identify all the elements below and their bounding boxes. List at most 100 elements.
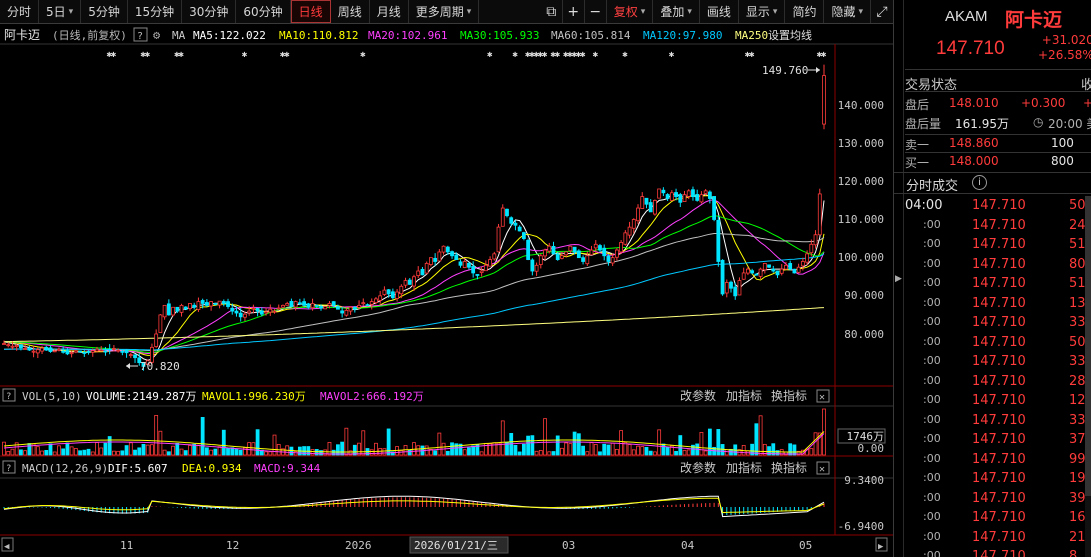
period-tab-fenshi[interactable]: 分时 <box>0 0 40 23</box>
period-tab-60min[interactable]: 60分钟 <box>236 0 291 23</box>
candle-body <box>281 304 285 308</box>
candle-body <box>568 245 573 252</box>
volume-bar <box>44 449 49 456</box>
ma-setting-link[interactable]: 设置均线 <box>768 28 812 42</box>
event-mark[interactable]: ✱ <box>593 50 599 60</box>
trades-list[interactable]: 04:00147.71050:00147.710249:00147.710510… <box>905 196 1091 557</box>
event-mark[interactable]: ✱ <box>242 50 248 60</box>
candle-body <box>585 255 590 265</box>
event-mark[interactable]: ✱ <box>821 50 827 60</box>
candle-body <box>217 300 222 306</box>
change-params-link[interactable]: 改参数 <box>680 460 716 475</box>
switch-indicator-link[interactable]: 换指标 <box>771 388 807 403</box>
trade-price: 147.710 <box>972 237 1026 252</box>
volume-bar <box>593 444 598 456</box>
add-indicator-link[interactable]: 加指标 <box>726 460 762 475</box>
candle-body <box>424 262 429 274</box>
period-label: 周线 <box>337 5 362 19</box>
volume-bar <box>682 450 687 456</box>
brief-button[interactable]: 简约 <box>785 0 825 23</box>
trade-volume: 33 <box>1069 315 1086 330</box>
hide-dropdown[interactable]: 隐藏 ▾ <box>824 0 871 23</box>
scrollbar-thumb[interactable] <box>1085 196 1091 496</box>
event-mark[interactable]: ✱ <box>555 50 561 60</box>
trade-time: :00 <box>923 393 941 406</box>
collapse-panel-icon[interactable]: ▶ <box>894 0 904 557</box>
candle-body <box>429 257 433 265</box>
trade-price: 147.710 <box>972 217 1026 233</box>
volume-bar <box>120 450 125 456</box>
candle-body <box>703 190 708 194</box>
candle-body <box>323 306 328 310</box>
candle-body <box>496 226 501 253</box>
candle-body <box>116 349 121 352</box>
candle-body <box>361 302 366 305</box>
change-params-link[interactable]: 改参数 <box>680 388 716 403</box>
period-tab-5min[interactable]: 5分钟 <box>81 0 128 23</box>
switch-indicator-link[interactable]: 换指标 <box>771 460 807 475</box>
event-mark[interactable]: ✱ <box>111 50 117 60</box>
candle-body <box>192 304 197 308</box>
period-tab-30min[interactable]: 30分钟 <box>182 0 237 23</box>
add-indicator-link[interactable]: 加指标 <box>726 388 762 403</box>
volume-bar <box>517 451 522 456</box>
candle-body <box>530 259 535 272</box>
volume-bar <box>636 445 640 456</box>
candle-body <box>526 239 531 260</box>
volume-bar <box>255 429 260 456</box>
volume-bar <box>445 450 450 456</box>
period-tab-weekly[interactable]: 周线 <box>331 0 370 23</box>
event-mark[interactable]: ✱ <box>284 50 290 60</box>
gear-icon[interactable]: ⚙ <box>153 28 161 42</box>
volume-bar <box>813 432 818 456</box>
event-mark[interactable]: ✱ <box>580 50 586 60</box>
plus-icon[interactable]: + <box>563 0 585 23</box>
minus-icon[interactable]: − <box>585 0 607 23</box>
candle-body <box>319 306 323 309</box>
event-mark[interactable]: ✱ <box>145 50 151 60</box>
display-dropdown[interactable]: 显示 ▾ <box>739 0 786 23</box>
scrollbar[interactable] <box>1085 196 1091 557</box>
overlay-dropdown[interactable]: 叠加 ▾ <box>653 0 700 23</box>
fuquan-dropdown[interactable]: 复权 ▾ <box>607 0 654 23</box>
event-mark[interactable]: ✱ <box>542 50 548 60</box>
volume-bar <box>407 449 412 456</box>
event-mark[interactable]: ✱ <box>622 50 628 60</box>
event-mark[interactable]: ✱ <box>669 50 675 60</box>
ma120-label: MA120:97.980 <box>643 29 722 42</box>
volume-bar <box>179 448 184 456</box>
event-mark[interactable]: ✱ <box>512 50 518 60</box>
candle-body <box>433 257 438 262</box>
period-label: 60分钟 <box>243 5 283 19</box>
candle-body <box>213 303 218 305</box>
event-mark[interactable]: ✱ <box>487 50 493 60</box>
candle-body <box>517 226 522 232</box>
period-tab-more[interactable]: 更多周期 ▾ <box>409 0 480 23</box>
candle-body <box>276 307 281 310</box>
candle-body <box>695 194 700 201</box>
info-icon[interactable]: i <box>972 175 987 190</box>
period-tab-15min[interactable]: 15分钟 <box>128 0 183 23</box>
candle-body <box>6 344 11 347</box>
period-tab-5day[interactable]: 5日 ▾ <box>39 0 82 23</box>
draw-line-button[interactable]: 画线 <box>700 0 739 23</box>
candle-body <box>779 268 784 274</box>
chevron-down-icon: ▾ <box>466 6 472 17</box>
fullscreen-icon[interactable]: ⤢ <box>871 0 893 23</box>
candle-body <box>437 251 442 262</box>
event-mark[interactable]: ✱ <box>360 50 366 60</box>
after-vol-label: 盘后量 <box>905 117 942 131</box>
vol-volume: VOLUME:2149.287万 <box>86 390 196 403</box>
period-label: 更多周期 <box>415 5 464 19</box>
close-icon-glyph: ✕ <box>819 392 825 403</box>
event-mark[interactable]: ✱ <box>749 50 755 60</box>
hide-label: 隐藏 <box>831 5 856 19</box>
stock-chart[interactable]: 阿卡迈 (日线,前复权) ? ⚙ MA MA5:122.022 MA10:110… <box>0 25 893 557</box>
ma30-label: MA30:105.933 <box>460 29 539 42</box>
volume-bar <box>631 449 636 456</box>
copy-icon[interactable]: ⧉ <box>541 0 563 23</box>
period-tab-monthly[interactable]: 月线 <box>370 0 409 23</box>
candle-body <box>623 232 628 245</box>
period-tab-daily[interactable]: 日线 <box>290 0 331 23</box>
event-mark[interactable]: ✱ <box>179 50 185 60</box>
